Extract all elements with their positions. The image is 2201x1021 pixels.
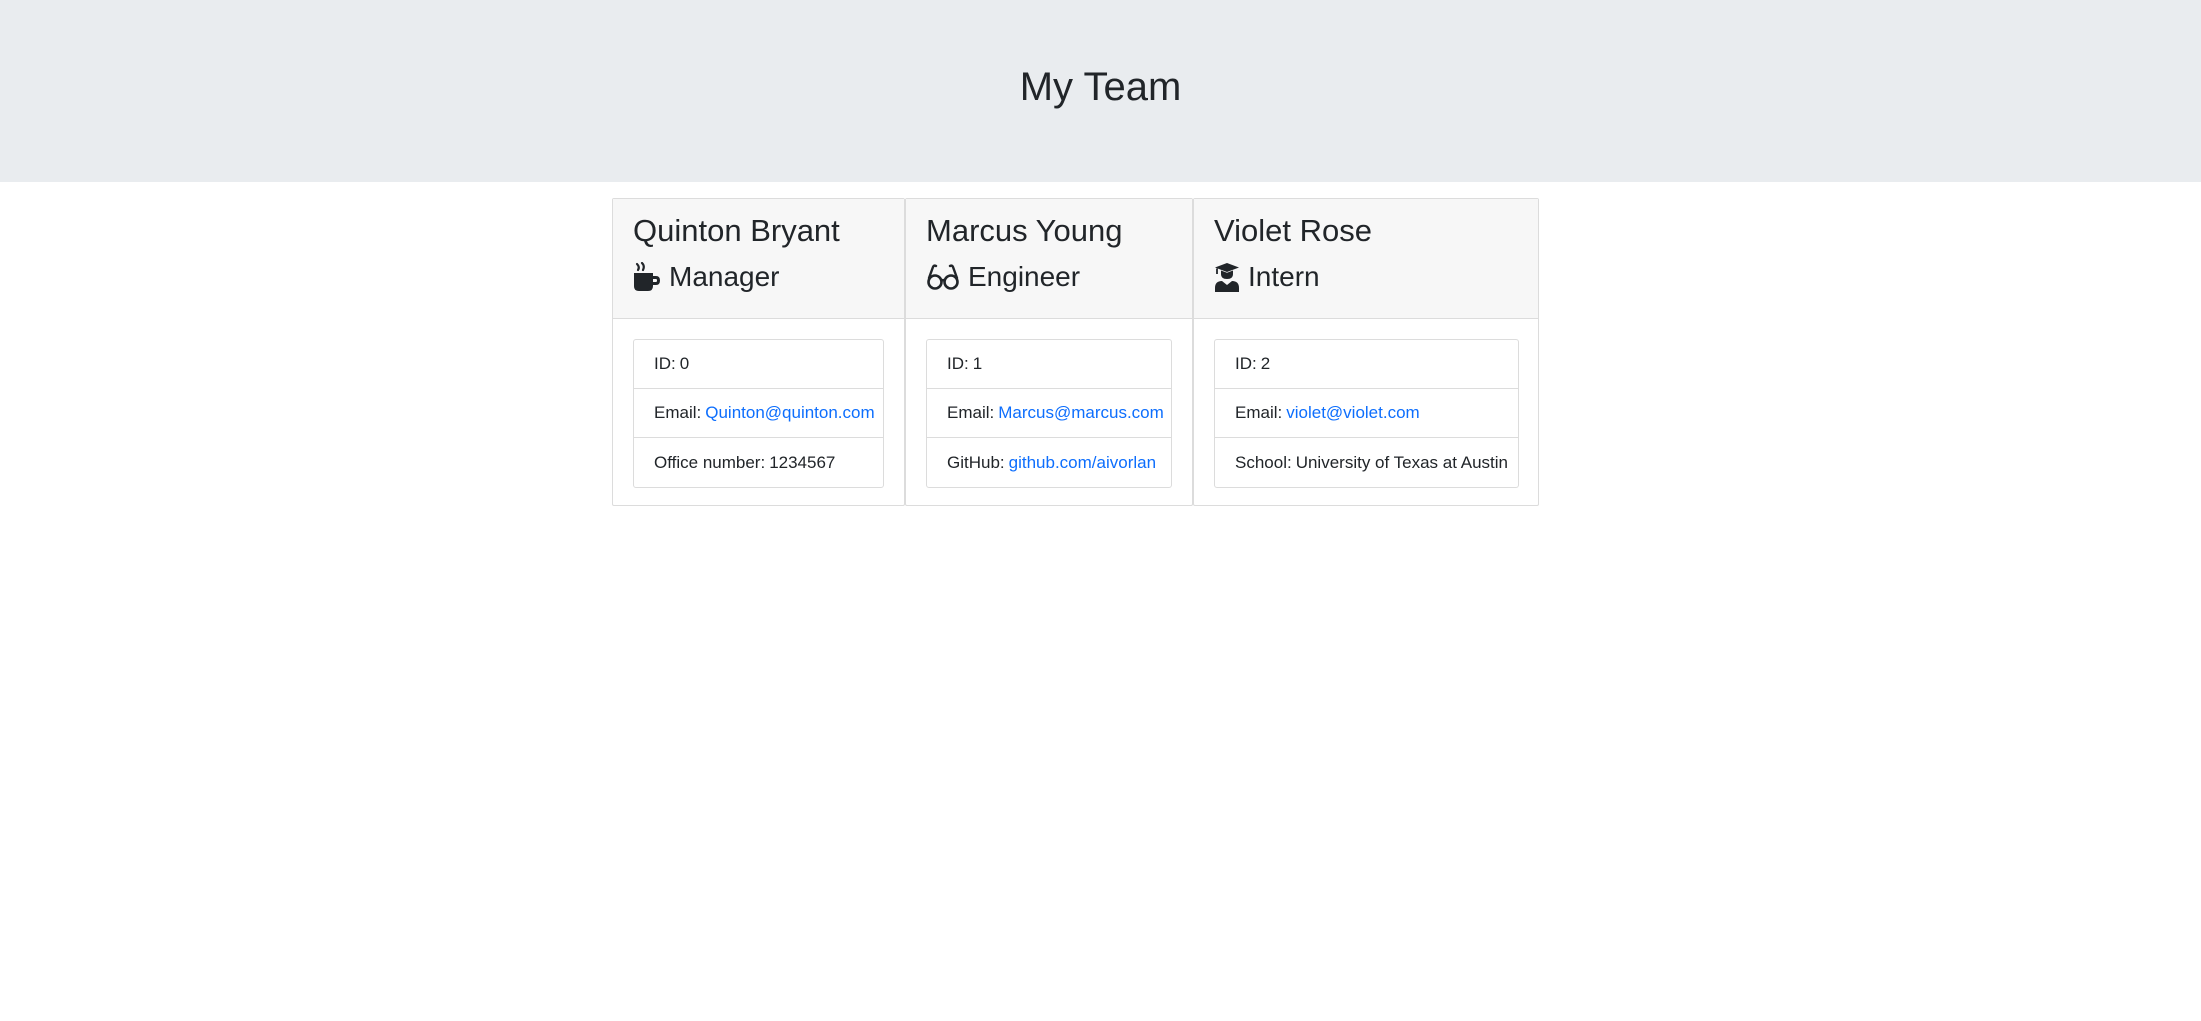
office-number-label: Office number: xyxy=(654,452,766,472)
list-item-email: Email: Quinton@quinton.com xyxy=(634,389,883,438)
id-label: ID: xyxy=(1235,354,1257,373)
email-label: Email: xyxy=(1235,403,1283,422)
school-label: School: xyxy=(1235,452,1292,472)
employee-name: Quinton Bryant xyxy=(633,213,840,248)
office-number-value: 1234567 xyxy=(769,452,836,472)
github-label: GitHub: xyxy=(947,452,1005,472)
employee-role: Engineer xyxy=(926,259,1080,295)
email-label: Email: xyxy=(947,403,995,422)
id-label: ID: xyxy=(654,354,676,373)
school-value: University of Texas at Austin xyxy=(1295,452,1508,472)
list-item-email: Email: violet@violet.com xyxy=(1215,389,1518,438)
list-item-email: Email: Marcus@marcus.com xyxy=(927,389,1171,438)
employee-card-manager: Quinton Bryant Manager ID: 0 Email: Quin… xyxy=(612,198,905,506)
card-header: Marcus Young Engineer xyxy=(906,199,1192,319)
employee-name: Violet Rose xyxy=(1214,213,1372,248)
list-item-github: GitHub: github.com/aivorlan xyxy=(927,438,1171,487)
role-label: Engineer xyxy=(968,261,1081,292)
employee-card-engineer: Marcus Young Engineer ID: 1 Email: Marcu… xyxy=(905,198,1193,506)
role-label: Manager xyxy=(669,261,780,292)
glasses-icon xyxy=(926,264,960,290)
id-value: 2 xyxy=(1260,354,1271,373)
id-label: ID: xyxy=(947,354,969,373)
email-link[interactable]: violet@violet.com xyxy=(1286,403,1419,423)
list-item-id: ID: 0 xyxy=(634,340,883,389)
page-title: My Team xyxy=(1019,65,1182,109)
graduate-icon xyxy=(1214,262,1240,292)
employee-name: Marcus Young xyxy=(926,213,1123,248)
role-label: Intern xyxy=(1248,261,1320,292)
header-jumbotron: My Team xyxy=(0,0,2201,182)
id-value: 0 xyxy=(679,354,690,373)
details-list: ID: 2 Email: violet@violet.com School: U… xyxy=(1214,339,1519,488)
details-list: ID: 1 Email: Marcus@marcus.com GitHub: g… xyxy=(926,339,1172,488)
card-header: Violet Rose Intern xyxy=(1194,199,1538,319)
employee-role: Intern xyxy=(1214,259,1320,295)
list-item-school: School: University of Texas at Austin xyxy=(1215,438,1518,487)
id-value: 1 xyxy=(972,354,983,373)
card-header: Quinton Bryant Manager xyxy=(613,199,904,319)
list-item-id: ID: 1 xyxy=(927,340,1171,389)
email-link[interactable]: Marcus@marcus.com xyxy=(998,403,1164,423)
github-link[interactable]: github.com/aivorlan xyxy=(1009,453,1156,473)
list-item-office-number: Office number: 1234567 xyxy=(634,438,883,487)
email-link[interactable]: Quinton@quinton.com xyxy=(705,403,874,423)
employee-card-intern: Violet Rose Intern ID: 2 Email: violet@v… xyxy=(1193,198,1539,506)
list-item-id: ID: 2 xyxy=(1215,340,1518,389)
details-list: ID: 0 Email: Quinton@quinton.com Office … xyxy=(633,339,884,488)
mug-icon xyxy=(633,262,661,292)
employee-role: Manager xyxy=(633,259,780,295)
email-label: Email: xyxy=(654,403,702,422)
